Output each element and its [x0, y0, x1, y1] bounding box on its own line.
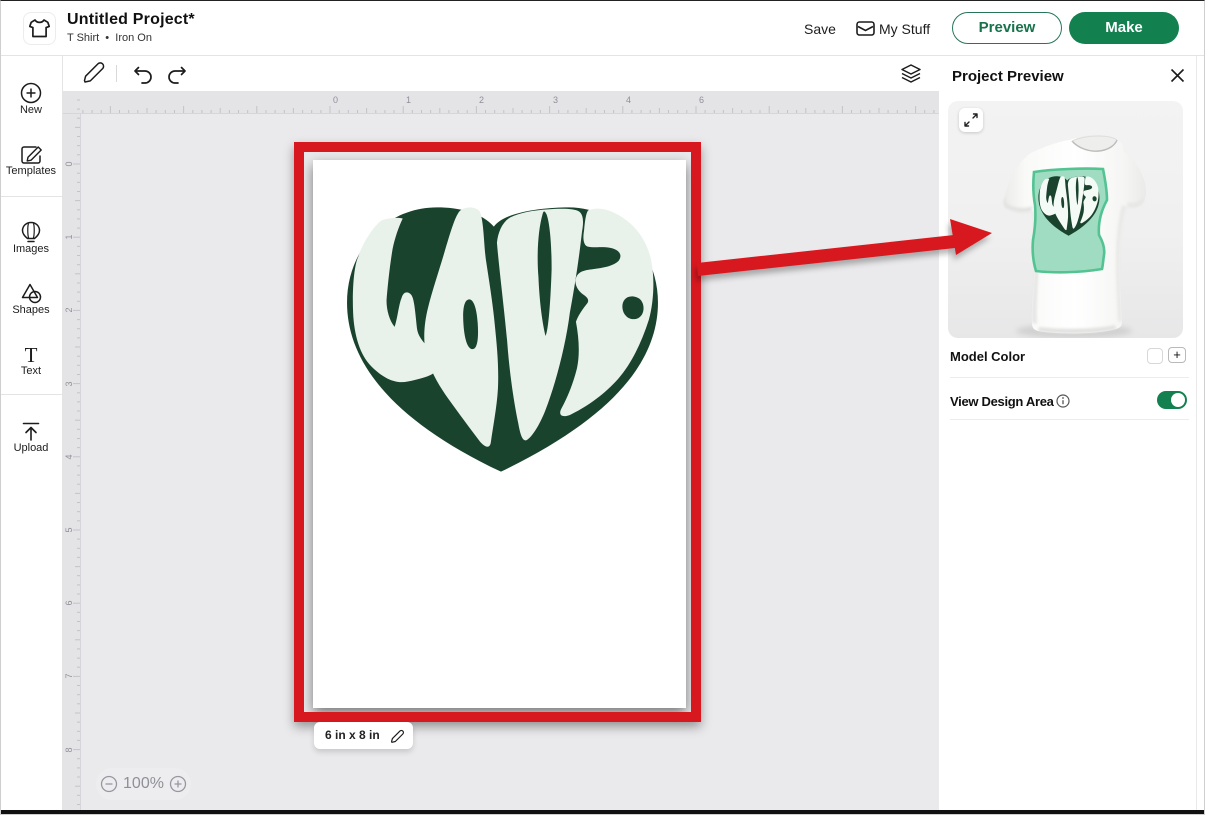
svg-text:0: 0	[333, 95, 338, 105]
svg-text:4: 4	[626, 95, 631, 105]
svg-text:3: 3	[553, 95, 558, 105]
svg-text:7: 7	[64, 673, 74, 678]
svg-text:3: 3	[64, 381, 74, 386]
svg-text:2: 2	[479, 95, 484, 105]
svg-text:1: 1	[406, 95, 411, 105]
svg-text:6: 6	[64, 600, 74, 605]
svg-text:4: 4	[64, 454, 74, 459]
svg-text:5: 5	[64, 527, 74, 532]
svg-text:2: 2	[64, 307, 74, 312]
svg-text:8: 8	[64, 747, 74, 752]
svg-text:1: 1	[64, 234, 74, 239]
svg-text:6: 6	[699, 95, 704, 105]
svg-text:0: 0	[64, 161, 74, 166]
